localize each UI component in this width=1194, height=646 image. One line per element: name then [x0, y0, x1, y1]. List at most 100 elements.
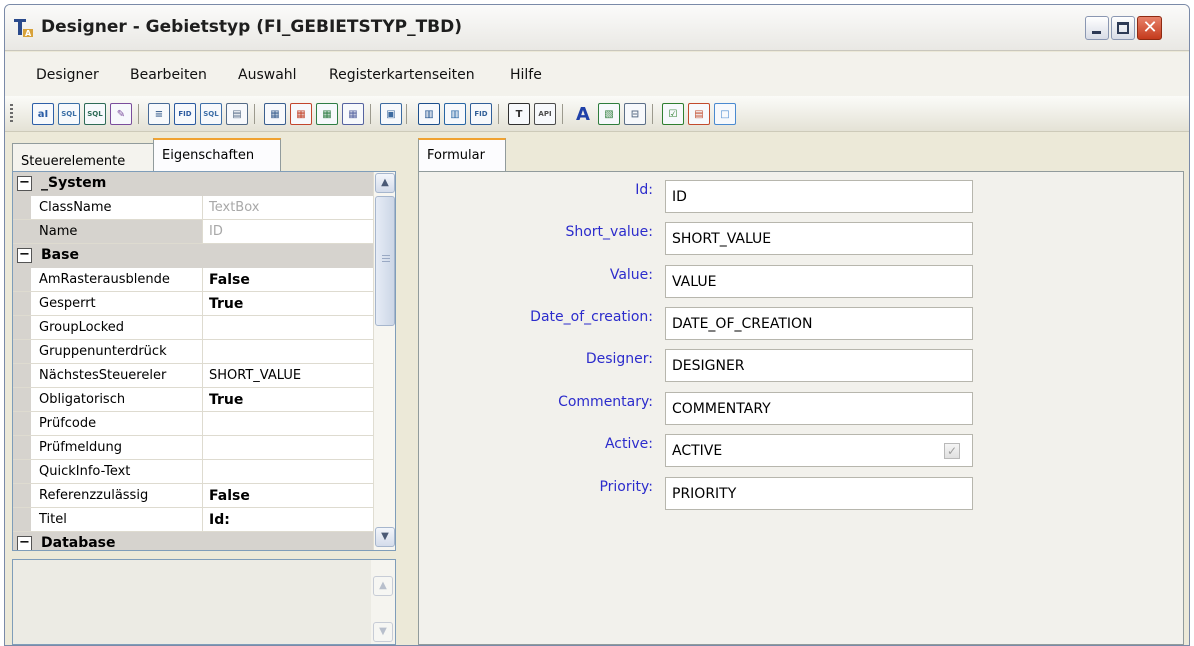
subform-tool-icon[interactable]: ▣	[380, 103, 402, 125]
property-name: QuickInfo-Text	[31, 460, 203, 483]
api-tool-icon[interactable]: API	[534, 103, 556, 125]
property-value[interactable]: ID	[205, 220, 373, 243]
menu-bearbeiten[interactable]: Bearbeiten	[130, 67, 207, 83]
shape-tool-icon[interactable]: □	[714, 103, 736, 125]
property-category[interactable]: − _System	[13, 172, 373, 196]
form-field-id[interactable]: ID	[665, 180, 973, 213]
property-row[interactable]: QuickInfo-Text	[13, 460, 373, 484]
picture-tool-icon[interactable]: ▧	[598, 103, 620, 125]
menu-auswahl[interactable]: Auswahl	[238, 67, 297, 83]
property-row[interactable]: Gesperrt True	[13, 292, 373, 316]
property-category[interactable]: − Database	[13, 532, 373, 550]
property-row[interactable]: ClassName TextBox	[13, 196, 373, 220]
property-name: Prüfmeldung	[31, 436, 203, 459]
form-field-date-of-creation[interactable]: DATE_OF_CREATION	[665, 307, 973, 340]
form-field-designer[interactable]: DESIGNER	[665, 349, 973, 382]
description-scrollbar[interactable]: ▲ ▼	[371, 560, 395, 644]
table-tool-icon[interactable]: ▤	[688, 103, 710, 125]
property-value[interactable]	[205, 460, 373, 483]
form-field-value[interactable]: VALUE	[665, 265, 973, 298]
property-value[interactable]: True	[205, 292, 373, 315]
property-name: Obligatorisch	[31, 388, 203, 411]
chart-tool-icon[interactable]: ▥	[418, 103, 440, 125]
property-row[interactable]: NächstesSteuereler SHORT_VALUE	[13, 364, 373, 388]
property-row[interactable]: Prüfcode	[13, 412, 373, 436]
checkbox-tool-icon[interactable]: ☑	[662, 103, 684, 125]
form-canvas[interactable]: Id: ID Short_value: SHORT_VALUE Value: VALUE D…	[418, 171, 1184, 645]
collapse-icon[interactable]: −	[17, 176, 32, 191]
textbox-tool-icon[interactable]: aI	[32, 103, 54, 125]
property-value[interactable]	[205, 436, 373, 459]
property-value[interactable]: False	[205, 484, 373, 507]
fid-tool-icon[interactable]: FID	[174, 103, 196, 125]
maximize-button[interactable]	[1111, 16, 1135, 40]
sql-grid-tool-icon[interactable]: SQL	[84, 103, 106, 125]
collapse-icon[interactable]: −	[17, 248, 32, 263]
field-name-text: VALUE	[672, 274, 717, 290]
field-name-text: PRIORITY	[672, 486, 737, 502]
tab-formular[interactable]: Formular	[418, 138, 506, 172]
property-value[interactable]: SHORT_VALUE	[205, 364, 373, 387]
scroll-up-button[interactable]: ▲	[375, 173, 395, 193]
grid-tool-icon[interactable]: ▦	[264, 103, 286, 125]
form-field-short-value[interactable]: SHORT_VALUE	[665, 222, 973, 255]
property-row[interactable]: Titel Id:	[13, 508, 373, 532]
scroll-down-button[interactable]: ▼	[375, 527, 395, 547]
property-row[interactable]: Prüfmeldung	[13, 436, 373, 460]
form-field-priority[interactable]: PRIORITY	[665, 477, 973, 510]
title-bar[interactable]: A Designer - Gebietstyp (FI_GEBIETSTYP_T…	[5, 5, 1189, 51]
panel-splitter[interactable]	[403, 133, 409, 645]
menu-registerkartenseiten[interactable]: Registerkartenseiten	[329, 67, 475, 83]
menu-designer[interactable]: Designer	[36, 67, 99, 83]
form-label-commentary: Commentary:	[558, 394, 653, 410]
property-row[interactable]: Referenzzulässig False	[13, 484, 373, 508]
property-value[interactable]: True	[205, 388, 373, 411]
fid-data-tool-icon[interactable]: FID	[470, 103, 492, 125]
tab-steuerelemente[interactable]: Steuerelemente	[12, 143, 154, 172]
property-row[interactable]: AmRasterausblende False	[13, 268, 373, 292]
property-row[interactable]: Name ID	[13, 220, 373, 244]
property-row[interactable]: GroupLocked	[13, 316, 373, 340]
font-tool-icon[interactable]: A	[572, 103, 594, 125]
property-row[interactable]: Gruppenunterdrück	[13, 340, 373, 364]
toolbar-separator	[498, 104, 499, 124]
chevron-up-icon: ▲	[381, 177, 389, 188]
tab-eigenschaften[interactable]: Eigenschaften	[153, 138, 281, 171]
chevron-down-icon: ▼	[381, 531, 389, 542]
property-category[interactable]: − Base	[13, 244, 373, 268]
label-tool-icon[interactable]: T	[508, 103, 530, 125]
image-grid-tool-icon[interactable]: ▦	[316, 103, 338, 125]
listbox-tool-icon[interactable]: ≡	[148, 103, 170, 125]
close-button[interactable]: ✕	[1137, 16, 1162, 40]
property-value[interactable]: TextBox	[205, 196, 373, 219]
form-field-commentary[interactable]: COMMENTARY	[665, 392, 973, 425]
form-field-active[interactable]: ACTIVE ✓	[665, 434, 973, 467]
property-value[interactable]	[205, 340, 373, 363]
sql-list-tool-icon[interactable]: SQL	[200, 103, 222, 125]
property-name: Gesperrt	[31, 292, 203, 315]
property-value[interactable]: Id:	[205, 508, 373, 531]
property-value[interactable]	[205, 316, 373, 339]
description-scroll-up-button[interactable]: ▲	[373, 576, 393, 596]
toolbar-separator	[138, 104, 139, 124]
scroll-thumb[interactable]	[375, 196, 395, 326]
frame-tool-icon[interactable]: ⊟	[624, 103, 646, 125]
toolbar-grip[interactable]	[10, 104, 13, 124]
color-grid-tool-icon[interactable]: ▦	[290, 103, 312, 125]
property-row[interactable]: Obligatorisch True	[13, 388, 373, 412]
row-gutter	[13, 460, 31, 483]
menu-hilfe[interactable]: Hilfe	[510, 67, 542, 83]
wizard-tool-icon[interactable]: ✎	[110, 103, 132, 125]
data-tool-icon[interactable]: ▥	[444, 103, 466, 125]
chevron-down-icon: ▼	[379, 626, 387, 637]
collapse-icon[interactable]: −	[17, 536, 32, 550]
checkbox-icon[interactable]: ✓	[944, 443, 960, 459]
edit-grid-tool-icon[interactable]: ▦	[342, 103, 364, 125]
pick-list-tool-icon[interactable]: ▤	[226, 103, 248, 125]
description-scroll-down-button[interactable]: ▼	[373, 622, 393, 642]
property-value[interactable]: False	[205, 268, 373, 291]
minimize-button[interactable]	[1085, 16, 1109, 40]
sql-combo-tool-icon[interactable]: SQL	[58, 103, 80, 125]
property-value[interactable]	[205, 412, 373, 435]
property-grid-scrollbar[interactable]: ▲ ▼	[373, 172, 395, 550]
